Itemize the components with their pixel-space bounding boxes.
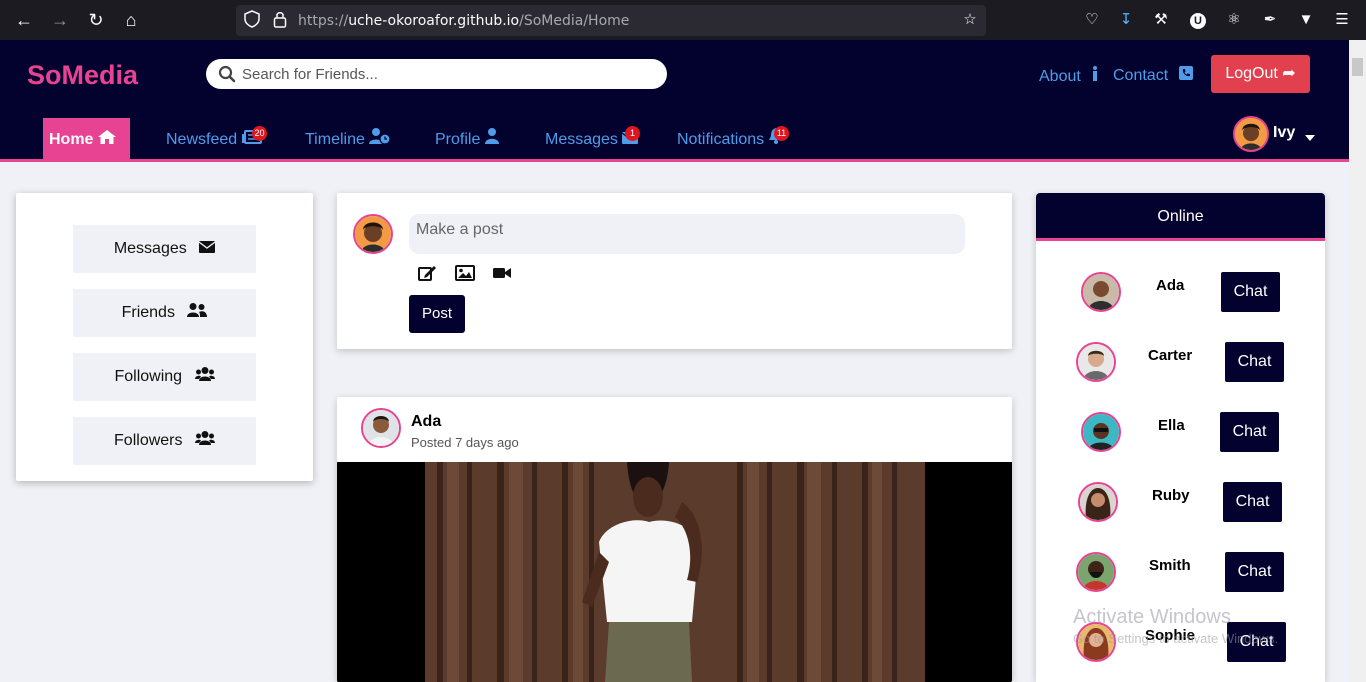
online-title: Online [1036, 193, 1325, 241]
search-bar[interactable] [206, 59, 667, 89]
avatar[interactable] [1081, 272, 1121, 312]
online-user-name: Ruby [1152, 487, 1190, 504]
sign-out-icon: ➦ [1282, 65, 1296, 82]
post-button[interactable]: Post [409, 295, 465, 333]
phone-square-icon [1178, 66, 1193, 85]
users-icon [194, 353, 215, 401]
avatar[interactable] [1081, 412, 1121, 452]
tab-notifications[interactable]: Notifications 11 [677, 118, 789, 162]
sidebar-item-following[interactable]: Following [73, 353, 256, 401]
chat-button[interactable]: Chat [1225, 342, 1284, 382]
reload-icon[interactable]: ↻ [86, 10, 106, 30]
back-arrow-icon[interactable]: ← [14, 10, 34, 30]
browser-toolbar: ← → ↻ ⌂ https://uche-okoroafor.github.io… [0, 0, 1366, 40]
avatar[interactable] [1076, 552, 1116, 592]
chat-button[interactable]: Chat [1221, 272, 1280, 312]
edit-icon[interactable] [418, 265, 438, 281]
avatar [1233, 116, 1269, 152]
post-timestamp: Posted 7 days ago [411, 435, 519, 450]
pocket-icon[interactable]: ♡ [1082, 10, 1102, 30]
messages-badge: 1 [625, 126, 640, 141]
notifications-badge: 11 [774, 126, 789, 141]
react-devtools-icon[interactable]: ⚛ [1224, 10, 1244, 30]
house-icon [97, 130, 116, 148]
download-icon[interactable]: ↧ [1116, 10, 1136, 30]
wrench-icon[interactable]: ⚒ [1151, 10, 1171, 30]
newsfeed-badge: 20 [252, 126, 267, 141]
bookmark-star-icon[interactable]: ☆ [960, 10, 980, 30]
avatar[interactable] [1076, 342, 1116, 382]
logo[interactable]: SoMedia [27, 60, 138, 91]
vue-devtools-icon[interactable]: ▼ [1296, 10, 1316, 30]
about-link[interactable]: About [1039, 66, 1099, 86]
avatar[interactable] [361, 408, 401, 448]
envelope-icon [198, 225, 216, 273]
post-author[interactable]: Ada [411, 413, 441, 431]
color-picker-icon[interactable]: ✒ [1260, 10, 1280, 30]
site-header: SoMedia About Contact LogOut ➦ Home News… [0, 40, 1349, 162]
caret-down-icon [1305, 128, 1315, 146]
video-icon[interactable] [492, 265, 512, 281]
sidebar-item-followers[interactable]: Followers [73, 417, 256, 465]
extension-u-icon[interactable]: U [1188, 10, 1208, 30]
tab-timeline[interactable]: Timeline [305, 118, 391, 162]
tab-home[interactable]: Home [43, 118, 130, 162]
avatar [353, 214, 393, 254]
url-text: https://uche-okoroafor.github.io/SoMedia… [298, 13, 630, 29]
lock-icon[interactable] [270, 10, 290, 30]
activate-windows-watermark: Activate Windows Go to Settings to activ… [1073, 606, 1279, 646]
chat-button[interactable]: Chat [1223, 482, 1282, 522]
info-icon [1091, 66, 1099, 86]
chat-button[interactable]: Chat [1225, 552, 1284, 592]
online-user-name: Smith [1149, 557, 1191, 574]
logout-button[interactable]: LogOut ➦ [1211, 55, 1310, 93]
tab-messages[interactable]: Messages 1 [545, 118, 640, 162]
avatar[interactable] [1078, 482, 1118, 522]
scrollbar-thumb[interactable] [1352, 58, 1363, 76]
post-composer: Post [337, 193, 1012, 349]
user-icon [484, 128, 499, 148]
user-clock-icon [369, 128, 391, 148]
home-icon[interactable]: ⌂ [121, 10, 141, 30]
post-video[interactable] [337, 462, 1012, 682]
online-user-name: Carter [1148, 347, 1193, 364]
page-scrollbar[interactable] [1349, 40, 1366, 682]
search-icon [218, 65, 236, 83]
post-textarea[interactable] [409, 214, 965, 254]
left-sidebar: Messages Friends Following Followers [16, 193, 313, 481]
sidebar-item-messages[interactable]: Messages [73, 225, 256, 273]
address-bar[interactable]: https://uche-okoroafor.github.io/SoMedia… [236, 5, 986, 36]
shield-icon[interactable] [242, 10, 262, 30]
online-user-name: Ada [1156, 277, 1185, 294]
contact-link[interactable]: Contact [1113, 66, 1193, 85]
sidebar-item-friends[interactable]: Friends [73, 289, 256, 337]
users-icon [194, 417, 215, 465]
search-input[interactable] [242, 63, 652, 85]
chat-button[interactable]: Chat [1220, 412, 1279, 452]
tab-newsfeed[interactable]: Newsfeed 20 [166, 118, 267, 162]
forward-arrow-icon[interactable]: → [50, 10, 70, 30]
user-friends-icon [187, 289, 208, 337]
image-icon[interactable] [455, 265, 475, 281]
online-user-name: Ella [1158, 417, 1185, 434]
menu-icon[interactable]: ☰ [1332, 10, 1352, 30]
video-frame [337, 462, 1012, 682]
user-name: Ivy [1273, 124, 1296, 141]
feed-post: Ada Posted 7 days ago [337, 397, 1012, 682]
tab-profile[interactable]: Profile [435, 118, 499, 162]
